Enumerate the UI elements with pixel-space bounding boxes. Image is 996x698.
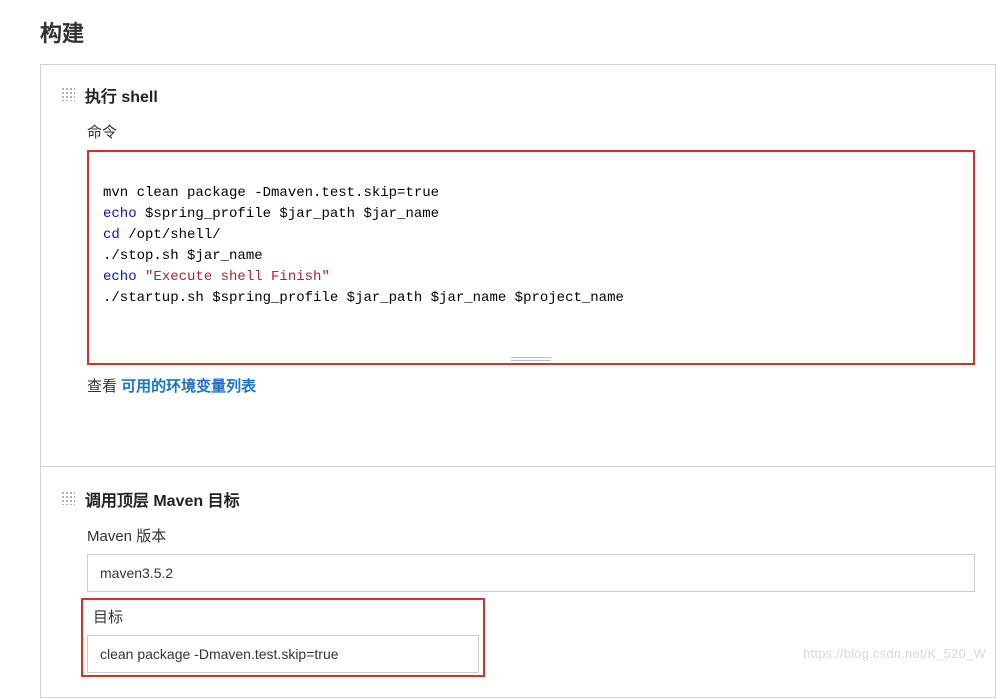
- build-container: 执行 shell 命令 mvn clean package -Dmaven.te…: [40, 64, 996, 698]
- shell-command-textarea[interactable]: mvn clean package -Dmaven.test.skip=true…: [87, 150, 975, 365]
- code-keyword: echo: [103, 206, 137, 222]
- code-line: ./startup.sh $spring_profile $jar_path $…: [103, 290, 624, 306]
- code-line: mvn clean package -Dmaven.test.skip=true: [103, 185, 439, 201]
- goals-highlight-box: 目标 clean package -Dmaven.test.skip=true: [81, 598, 485, 677]
- maven-goals-label: 目标: [93, 606, 479, 627]
- shell-build-step: 执行 shell 命令 mvn clean package -Dmaven.te…: [41, 65, 995, 416]
- code-keyword: echo: [103, 269, 137, 285]
- build-section-title: 构建: [0, 0, 996, 64]
- code-string: "Execute shell Finish": [137, 269, 330, 285]
- maven-goals-input[interactable]: clean package -Dmaven.test.skip=true: [87, 635, 479, 673]
- resize-grip-icon[interactable]: [511, 357, 551, 361]
- maven-build-step: 调用顶层 Maven 目标 Maven 版本 maven3.5.2 目标 cle…: [41, 466, 995, 697]
- shell-step-title: 执行 shell: [85, 89, 158, 106]
- maven-version-label: Maven 版本: [87, 525, 975, 546]
- command-label: 命令: [87, 121, 975, 142]
- code-text: $spring_profile $jar_path $jar_name: [137, 206, 439, 222]
- maven-step-title: 调用顶层 Maven 目标: [85, 493, 240, 510]
- drag-handle-icon[interactable]: [61, 491, 75, 505]
- code-text: /opt/shell/: [120, 227, 221, 243]
- see-label: 查看: [87, 378, 121, 395]
- code-line: ./stop.sh $jar_name: [103, 248, 263, 264]
- env-vars-hint: 查看 可用的环境变量列表: [87, 375, 975, 396]
- watermark-text: https://blog.csdn.net/K_520_W: [803, 646, 986, 661]
- env-vars-link[interactable]: 可用的环境变量列表: [121, 378, 256, 395]
- drag-handle-icon[interactable]: [61, 87, 75, 101]
- step-header: 执行 shell: [61, 83, 975, 107]
- maven-version-select[interactable]: maven3.5.2: [87, 554, 975, 592]
- code-keyword: cd: [103, 227, 120, 243]
- step-header: 调用顶层 Maven 目标: [61, 487, 975, 511]
